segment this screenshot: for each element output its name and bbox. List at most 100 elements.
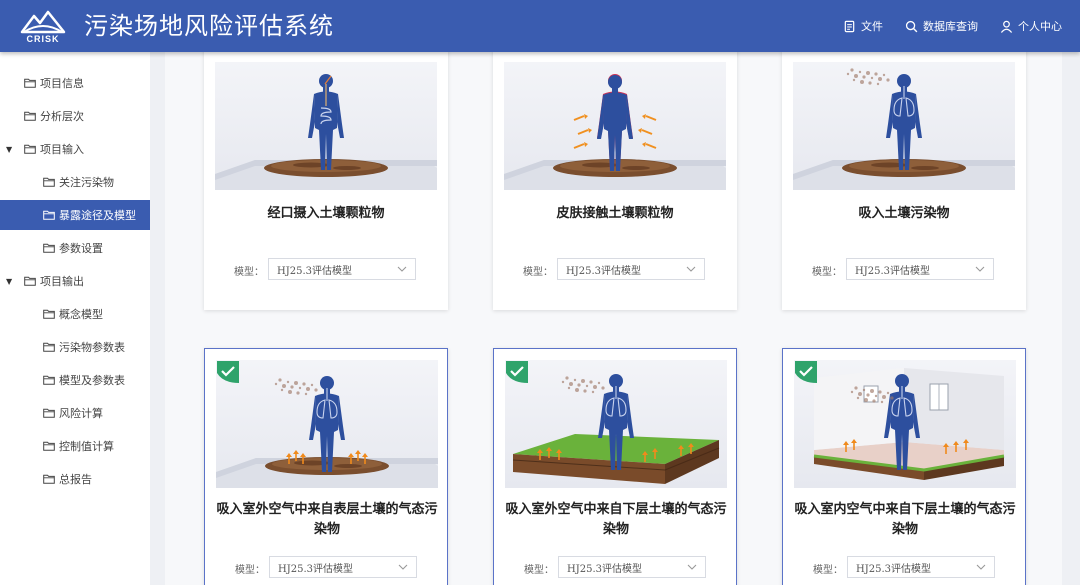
user-icon xyxy=(1000,20,1013,33)
dust-cloud-icon xyxy=(274,378,318,396)
model-label: 模型： xyxy=(234,267,264,278)
exposure-illustration xyxy=(793,68,1015,190)
card-illustration xyxy=(793,62,1015,190)
nav-file[interactable]: 文件 xyxy=(843,18,883,34)
folder-icon xyxy=(43,243,55,253)
sidebar-item-7[interactable]: 概念模型 xyxy=(0,299,150,329)
card-title: 吸入土壤污染物 xyxy=(858,206,950,221)
folder-icon xyxy=(43,408,55,418)
expand-caret-icon[interactable]: ▼ xyxy=(6,145,12,154)
logo-text: CRISK xyxy=(26,34,60,44)
chevron-down-icon xyxy=(398,564,408,570)
document-icon xyxy=(844,20,855,32)
selected-check-icon xyxy=(217,361,239,383)
model-select-value: HJ25.3评估模型 xyxy=(277,265,352,277)
sidebar-item-label: 项目信息 xyxy=(40,77,84,90)
card-title: 经口摄入土壤颗粒物 xyxy=(267,206,385,221)
sidebar-item-10[interactable]: 风险计算 xyxy=(0,398,150,428)
model-label: 模型： xyxy=(812,267,842,278)
model-label: 模型： xyxy=(235,565,265,576)
exposure-pathway-card[interactable]: 皮肤接触土壤颗粒物模型： HJ25.3评估模型 xyxy=(493,52,737,310)
search-icon xyxy=(905,20,918,32)
sidebar-item-label: 分析层次 xyxy=(40,110,84,123)
model-select-value: HJ25.3评估模型 xyxy=(566,265,641,277)
card-illustration xyxy=(216,360,438,488)
card-title: 吸入室外空气中来自表层土壤的气态污染物 xyxy=(216,502,438,537)
folder-icon xyxy=(43,375,55,385)
exposure-pathway-card[interactable]: 吸入土壤污染物模型： HJ25.3评估模型 xyxy=(782,52,1026,310)
exposure-illustration xyxy=(215,74,437,190)
folder-icon xyxy=(24,144,36,154)
exposure-pathway-card[interactable]: 吸入室外空气中来自下层土壤的气态污染物 模型： HJ25.3评估模型 xyxy=(493,348,737,585)
exposure-pathway-card[interactable]: 吸入室内空气中来自下层土壤的气态污染物 模型： HJ25.3评估模型 xyxy=(782,348,1026,585)
sidebar-item-label: 项目输出 xyxy=(40,275,84,288)
card-illustration xyxy=(794,360,1016,488)
nav-database-query[interactable]: 数据库查询 xyxy=(905,18,978,34)
exposure-illustration xyxy=(216,376,438,488)
model-select-value: HJ25.3评估模型 xyxy=(855,265,930,277)
exposure-pathway-card[interactable]: 吸入室外空气中来自表层土壤的气态污染物模型： HJ25.3评估模型 xyxy=(204,348,448,585)
sidebar-item-label: 模型及参数表 xyxy=(59,374,125,387)
model-select[interactable]: HJ25.3评估模型 xyxy=(847,556,995,578)
sidebar-item-3[interactable]: 关注污染物 xyxy=(0,167,150,197)
folder-icon xyxy=(43,309,55,319)
sidebar-item-5[interactable]: 参数设置 xyxy=(0,233,150,263)
model-select[interactable]: HJ25.3评估模型 xyxy=(269,556,417,578)
exposure-illustration xyxy=(504,74,726,190)
sidebar-item-8[interactable]: 污染物参数表 xyxy=(0,332,150,362)
model-select[interactable]: HJ25.3评估模型 xyxy=(268,258,416,280)
model-select-value: HJ25.3评估模型 xyxy=(856,563,931,575)
sidebar: 项目信息分析层次 ▼ 项目输入关注污染物暴露途径及模型 参数设置 ▼ 项目输出概念模型污染… xyxy=(0,52,150,585)
sidebar-item-label: 污染物参数表 xyxy=(59,341,125,354)
folder-icon xyxy=(43,474,55,484)
sidebar-item-2[interactable]: ▼ 项目输入 xyxy=(0,134,150,164)
folder-icon xyxy=(43,441,55,451)
sidebar-item-9[interactable]: 模型及参数表 xyxy=(0,365,150,395)
model-select-value: HJ25.3评估模型 xyxy=(278,563,353,575)
dust-cloud-icon xyxy=(561,376,605,394)
exposure-pathway-card[interactable]: 经口摄入土壤颗粒物模型： HJ25.3评估模型 xyxy=(204,52,448,310)
sidebar-item-1[interactable]: 分析层次 xyxy=(0,101,150,131)
expand-caret-icon[interactable]: ▼ xyxy=(6,277,12,286)
nav-user-center-label: 个人中心 xyxy=(1018,20,1062,33)
sidebar-item-label: 暴露途径及模型 xyxy=(59,209,136,222)
sidebar-item-4[interactable]: 暴露途径及模型 xyxy=(0,200,150,230)
human-figure-icon xyxy=(597,75,633,171)
model-select[interactable]: HJ25.3评估模型 xyxy=(846,258,994,280)
chevron-down-icon xyxy=(975,266,985,272)
chevron-down-icon xyxy=(687,564,697,570)
sidebar-item-0[interactable]: 项目信息 xyxy=(0,68,150,98)
mountain-logo-icon xyxy=(20,10,66,34)
card-title: 吸入室外空气中来自下层土壤的气态污染物 xyxy=(505,502,727,537)
app-logo[interactable]: CRISK xyxy=(20,6,66,46)
human-figure-icon xyxy=(886,74,922,170)
sidebar-item-label: 关注污染物 xyxy=(59,176,114,189)
model-select[interactable]: HJ25.3评估模型 xyxy=(558,556,706,578)
model-label: 模型： xyxy=(523,267,553,278)
chevron-down-icon xyxy=(397,266,407,272)
nav-user-center[interactable]: 个人中心 xyxy=(1000,18,1062,34)
model-select-value: HJ25.3评估模型 xyxy=(567,563,642,575)
folder-icon xyxy=(43,177,55,187)
folder-icon xyxy=(43,342,55,352)
header-nav: 文件 数据库查询 个人中心 xyxy=(843,0,1062,52)
exposure-illustration xyxy=(813,368,1005,480)
human-figure-icon xyxy=(308,74,344,170)
sidebar-item-label: 控制值计算 xyxy=(59,440,114,453)
app-header: CRISK 污染场地风险评估系统 文件 数据库查询 个人中心 xyxy=(0,0,1080,52)
sidebar-item-label: 总报告 xyxy=(59,473,92,486)
model-label: 模型： xyxy=(813,565,843,576)
chevron-down-icon xyxy=(976,564,986,570)
nav-database-query-label: 数据库查询 xyxy=(923,20,978,33)
card-title: 皮肤接触土壤颗粒物 xyxy=(556,206,674,221)
app-title: 污染场地风险评估系统 xyxy=(84,12,334,40)
folder-icon xyxy=(24,111,36,121)
model-select[interactable]: HJ25.3评估模型 xyxy=(557,258,705,280)
sidebar-item-6[interactable]: ▼ 项目输出 xyxy=(0,266,150,296)
sidebar-item-label: 参数设置 xyxy=(59,242,103,255)
chevron-down-icon xyxy=(686,266,696,272)
sidebar-item-12[interactable]: 总报告 xyxy=(0,464,150,494)
card-illustration xyxy=(505,360,727,488)
sidebar-item-11[interactable]: 控制值计算 xyxy=(0,431,150,461)
card-illustration xyxy=(504,62,726,190)
